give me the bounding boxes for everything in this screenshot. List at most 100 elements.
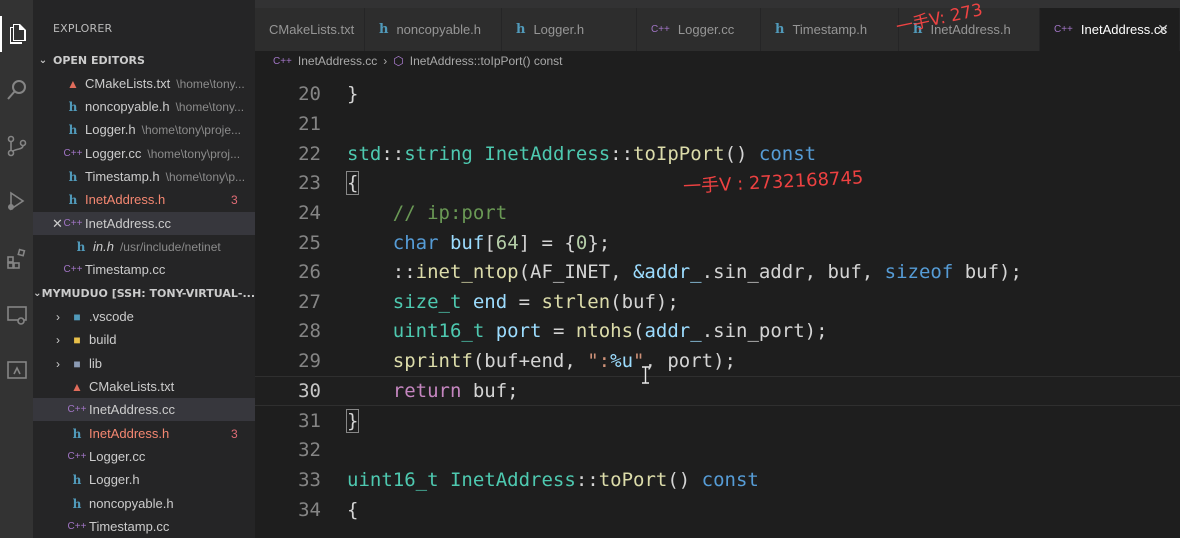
chevron-right-icon: › <box>56 356 60 371</box>
explorer-title: EXPLORER <box>53 22 113 35</box>
run-debug-icon[interactable] <box>0 183 33 219</box>
open-editors-header[interactable]: ⌄ OPEN EDITORS <box>33 49 255 71</box>
code-line: 21 <box>255 109 1180 139</box>
lib-folder-icon: ■ <box>73 356 81 371</box>
cpp-icon: C++ <box>67 521 87 532</box>
cmake-icon: ▲ <box>67 76 79 91</box>
open-editor-item[interactable]: h in.h /usr/include/netinet <box>33 235 255 258</box>
line-number: 27 <box>298 290 321 313</box>
code-text: char buf[64] = {0}; <box>392 231 611 254</box>
c-header-icon: h <box>76 239 86 254</box>
code-text: return buf; <box>392 379 519 402</box>
extensions-icon[interactable] <box>0 240 33 276</box>
open-editor-item[interactable]: C++ Logger.cc \home\tony\proj... <box>33 142 255 165</box>
search-icon[interactable] <box>0 72 33 108</box>
code-line: 31 } <box>255 406 1180 436</box>
problem-count-badge: 3 <box>231 426 238 441</box>
folder-item[interactable]: › ■ .vscode <box>33 305 255 328</box>
chevron-down-icon: ⌄ <box>33 287 42 299</box>
line-number: 25 <box>298 231 321 254</box>
folder-item[interactable]: › ■ build <box>33 328 255 351</box>
file-item[interactable]: C++ Timestamp.cc <box>33 515 255 538</box>
line-number: 26 <box>298 260 321 283</box>
line-number: 21 <box>298 112 321 135</box>
tab-inetaddress-cc[interactable]: C++ InetAddress.cc ✕ <box>1040 8 1180 51</box>
c-header-icon: h <box>68 122 78 137</box>
chevron-down-icon: ⌄ <box>38 54 48 66</box>
cpp-icon: C++ <box>1054 24 1073 35</box>
close-icon[interactable]: ✕ <box>52 216 63 232</box>
line-number: 30 <box>298 379 321 402</box>
file-item-active[interactable]: C++ InetAddress.cc <box>33 398 255 421</box>
code-line: 32 <box>255 435 1180 465</box>
open-editor-item-active[interactable]: ✕ C++ InetAddress.cc <box>33 212 255 235</box>
line-number: 20 <box>298 82 321 105</box>
line-number: 33 <box>298 468 321 491</box>
c-header-icon: h <box>68 169 78 184</box>
folder-item[interactable]: › ■ lib <box>33 352 255 375</box>
terminal-panel-icon[interactable] <box>0 352 33 388</box>
tab-logger-cc[interactable]: C++ Logger.cc <box>637 8 761 51</box>
code-line: 29 sprintf(buf+end, ":%u", port); <box>255 346 1180 376</box>
open-editor-item[interactable]: ▲ CMakeLists.txt \home\tony... <box>33 72 255 95</box>
build-folder-icon: ■ <box>73 332 81 347</box>
code-text: } <box>345 408 360 433</box>
tab-noncopyable[interactable]: h noncopyable.h <box>365 8 502 51</box>
close-tab-icon[interactable]: ✕ <box>1157 21 1169 38</box>
code-text: uint16_t port = ntohs(addr_.sin_port); <box>392 319 828 342</box>
code-editor[interactable]: 20 } 21 22 std::string InetAddress::toIp… <box>255 71 1180 538</box>
remote-explorer-icon[interactable] <box>0 297 33 333</box>
line-number: 32 <box>298 438 321 461</box>
open-editor-item[interactable]: C++ Timestamp.cc <box>33 258 255 281</box>
file-item[interactable]: ▲ CMakeLists.txt <box>33 375 255 398</box>
source-control-icon[interactable] <box>0 128 33 164</box>
file-item[interactable]: C++ Logger.cc <box>33 445 255 468</box>
code-text: } <box>347 82 359 105</box>
c-header-icon: h <box>516 22 526 37</box>
file-item[interactable]: h noncopyable.h <box>33 492 255 515</box>
open-editor-item[interactable]: h Logger.h \home\tony\proje... <box>33 118 255 141</box>
line-number: 29 <box>298 349 321 372</box>
line-number: 28 <box>298 319 321 342</box>
file-item[interactable]: h InetAddress.h 3 <box>33 422 255 445</box>
line-number: 31 <box>298 409 321 432</box>
line-number: 23 <box>298 171 321 194</box>
c-header-icon: h <box>68 99 78 114</box>
c-header-icon: h <box>379 22 389 37</box>
code-line: 22 std::string InetAddress::toIpPort() c… <box>255 139 1180 169</box>
c-header-icon: h <box>72 496 82 511</box>
workspace-header[interactable]: ⌄ MYMUDUO [SSH: TONY-VIRTUAL-... <box>33 282 255 304</box>
code-text: uint16_t InetAddress::toPort() const <box>347 468 759 491</box>
open-editor-item[interactable]: h Timestamp.h \home\tony\p... <box>33 165 255 188</box>
tab-logger-h[interactable]: h Logger.h <box>502 8 637 51</box>
code-line: 25 char buf[64] = {0}; <box>255 228 1180 258</box>
code-line: 24 // ip:port <box>255 198 1180 228</box>
problem-count-badge: 3 <box>231 192 238 207</box>
activity-bar <box>0 0 33 538</box>
tab-timestamp-h[interactable]: h Timestamp.h <box>761 8 899 51</box>
text-cursor-icon <box>642 366 649 384</box>
cpp-icon: C++ <box>63 148 83 159</box>
explorer-sidebar: EXPLORER ⌄ OPEN EDITORS ▲ CMakeLists.txt… <box>33 0 255 538</box>
code-line: 33 uint16_t InetAddress::toPort() const <box>255 465 1180 495</box>
open-editor-item[interactable]: h InetAddress.h 3 <box>33 188 255 211</box>
vscode-folder-icon: ■ <box>73 309 81 324</box>
line-number: 22 <box>298 142 321 165</box>
code-line: 28 uint16_t port = ntohs(addr_.sin_port)… <box>255 316 1180 346</box>
c-header-icon: h <box>72 426 82 441</box>
cpp-icon: C++ <box>67 404 87 415</box>
breadcrumb-file[interactable]: InetAddress.cc <box>298 54 377 68</box>
explorer-icon[interactable] <box>0 16 33 52</box>
breadcrumb-symbol[interactable]: InetAddress::toIpPort() const <box>410 54 563 68</box>
cpp-icon: C++ <box>273 55 292 67</box>
cpp-icon: C++ <box>651 24 670 35</box>
tab-cmakelists[interactable]: CMakeLists.txt <box>255 8 365 51</box>
chevron-right-icon: › <box>383 54 388 68</box>
open-editor-item[interactable]: h noncopyable.h \home\tony... <box>33 95 255 118</box>
file-item[interactable]: h Logger.h <box>33 468 255 491</box>
cpp-icon: C++ <box>67 451 87 462</box>
code-text: sprintf(buf+end, ":%u", port); <box>392 349 736 372</box>
code-line-current: 30 return buf; <box>255 376 1180 406</box>
code-text: std::string InetAddress::toIpPort() cons… <box>347 142 817 165</box>
code-line: 26 ::inet_ntop(AF_INET, &addr_.sin_addr,… <box>255 257 1180 287</box>
